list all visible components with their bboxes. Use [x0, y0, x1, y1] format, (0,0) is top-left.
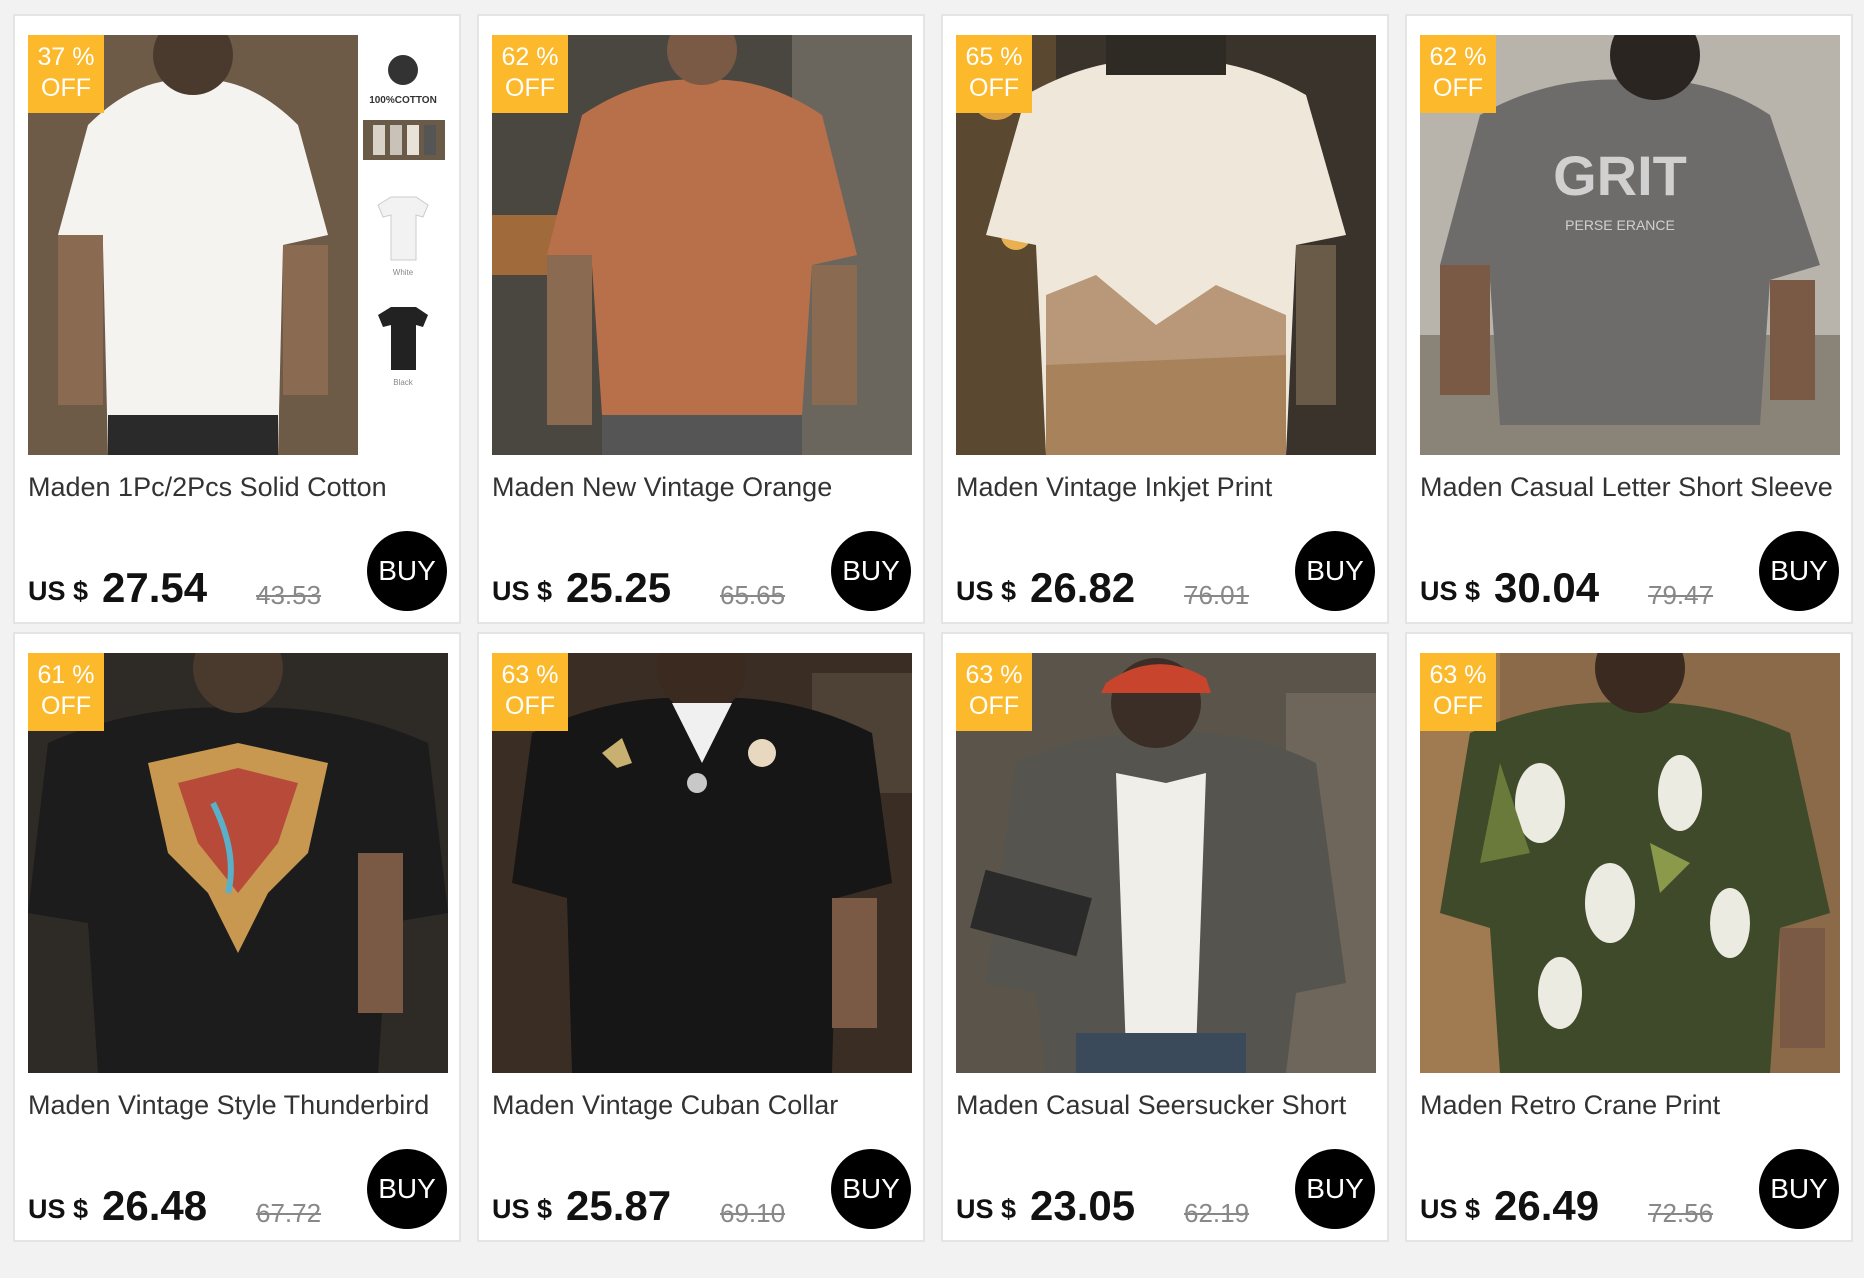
product-card[interactable]: 100%COTTON White Black 37 % OFF Maden 1P…: [13, 14, 461, 624]
product-card[interactable]: 61 % OFF Maden Vintage Style Thunderbird…: [13, 632, 461, 1242]
cotton-label: 100%COTTON: [369, 95, 437, 106]
discount-percent: 61 %: [37, 661, 95, 689]
product-card[interactable]: 62 % OFF Maden New Vintage Orange US $ 2…: [477, 14, 925, 624]
discount-off-label: OFF: [505, 74, 555, 102]
original-price: 69.10: [720, 1198, 786, 1228]
discount-off-label: OFF: [969, 74, 1019, 102]
discount-badge: 62 % OFF: [1420, 35, 1496, 113]
original-price: 65.65: [720, 580, 786, 610]
discount-badge: 62 % OFF: [492, 35, 568, 113]
buy-button[interactable]: BUY: [1295, 531, 1375, 611]
product-title[interactable]: Maden Vintage Cuban Collar: [492, 1090, 917, 1121]
original-price: 79.47: [1648, 580, 1714, 610]
discount-percent: 63 %: [1429, 661, 1487, 689]
discount-percent: 65 %: [965, 43, 1023, 71]
discount-badge: 63 % OFF: [956, 653, 1032, 731]
currency-label: US $: [1420, 576, 1481, 606]
buy-button[interactable]: BUY: [831, 531, 911, 611]
product-title[interactable]: Maden Retro Crane Print: [1420, 1090, 1845, 1121]
discount-off-label: OFF: [1433, 74, 1483, 102]
discount-badge: 37 % OFF: [28, 35, 104, 113]
original-price: 76.01: [1184, 580, 1250, 610]
original-price: 43.53: [256, 580, 322, 610]
shirt-graphic-text: GRIT: [1553, 144, 1687, 207]
discount-percent: 63 %: [965, 661, 1023, 689]
currency-label: US $: [492, 1194, 553, 1224]
product-title[interactable]: Maden Vintage Style Thunderbird: [28, 1090, 453, 1121]
product-card[interactable]: 63 % OFF Maden Casual Seersucker Short U…: [941, 632, 1389, 1242]
product-card[interactable]: 65 % OFF Maden Vintage Inkjet Print US $…: [941, 14, 1389, 624]
sale-price: 26.49: [1494, 1182, 1600, 1229]
discount-off-label: OFF: [1433, 692, 1483, 720]
swatch-black-label: Black: [393, 378, 414, 387]
currency-label: US $: [492, 576, 553, 606]
discount-badge: 63 % OFF: [492, 653, 568, 731]
product-card[interactable]: GRIT PERSE ERANCE 62 % OFF Maden Casual …: [1405, 14, 1853, 624]
discount-percent: 37 %: [37, 43, 95, 71]
discount-percent: 63 %: [501, 661, 559, 689]
buy-button[interactable]: BUY: [1295, 1149, 1375, 1229]
currency-label: US $: [1420, 1194, 1481, 1224]
sale-price: 27.54: [102, 564, 208, 611]
swatch-white-label: White: [393, 268, 414, 277]
sale-price: 30.04: [1494, 564, 1600, 611]
discount-badge: 65 % OFF: [956, 35, 1032, 113]
discount-off-label: OFF: [969, 692, 1019, 720]
product-title[interactable]: Maden New Vintage Orange: [492, 472, 917, 503]
buy-button[interactable]: BUY: [367, 1149, 447, 1229]
discount-percent: 62 %: [501, 43, 559, 71]
currency-label: US $: [28, 576, 89, 606]
original-price: 67.72: [256, 1198, 322, 1228]
original-price: 72.56: [1648, 1198, 1714, 1228]
product-title[interactable]: Maden Casual Seersucker Short: [956, 1090, 1381, 1121]
currency-label: US $: [956, 1194, 1017, 1224]
original-price: 62.19: [1184, 1198, 1250, 1228]
buy-button[interactable]: BUY: [831, 1149, 911, 1229]
product-title[interactable]: Maden Vintage Inkjet Print: [956, 472, 1381, 503]
discount-percent: 62 %: [1429, 43, 1487, 71]
product-card[interactable]: 63 % OFF Maden Vintage Cuban Collar US $…: [477, 632, 925, 1242]
currency-label: US $: [956, 576, 1017, 606]
buy-button[interactable]: BUY: [1759, 1149, 1839, 1229]
product-card[interactable]: 63 % OFF Maden Retro Crane Print US $ 26…: [1405, 632, 1853, 1242]
currency-label: US $: [28, 1194, 89, 1224]
sale-price: 25.25: [566, 564, 672, 611]
discount-off-label: OFF: [505, 692, 555, 720]
sale-price: 26.82: [1030, 564, 1136, 611]
buy-button[interactable]: BUY: [1759, 531, 1839, 611]
shirt-graphic-subtext: PERSE ERANCE: [1565, 217, 1675, 233]
product-grid: 100%COTTON White Black 37 % OFF Maden 1P…: [0, 0, 1864, 1278]
buy-button[interactable]: BUY: [367, 531, 447, 611]
product-title[interactable]: Maden Casual Letter Short Sleeve: [1420, 472, 1845, 503]
sale-price: 25.87: [566, 1182, 672, 1229]
product-title[interactable]: Maden 1Pc/2Pcs Solid Cotton: [28, 472, 453, 503]
sale-price: 26.48: [102, 1182, 208, 1229]
discount-badge: 61 % OFF: [28, 653, 104, 731]
sale-price: 23.05: [1030, 1182, 1136, 1229]
discount-off-label: OFF: [41, 692, 91, 720]
discount-off-label: OFF: [41, 74, 91, 102]
discount-badge: 63 % OFF: [1420, 653, 1496, 731]
